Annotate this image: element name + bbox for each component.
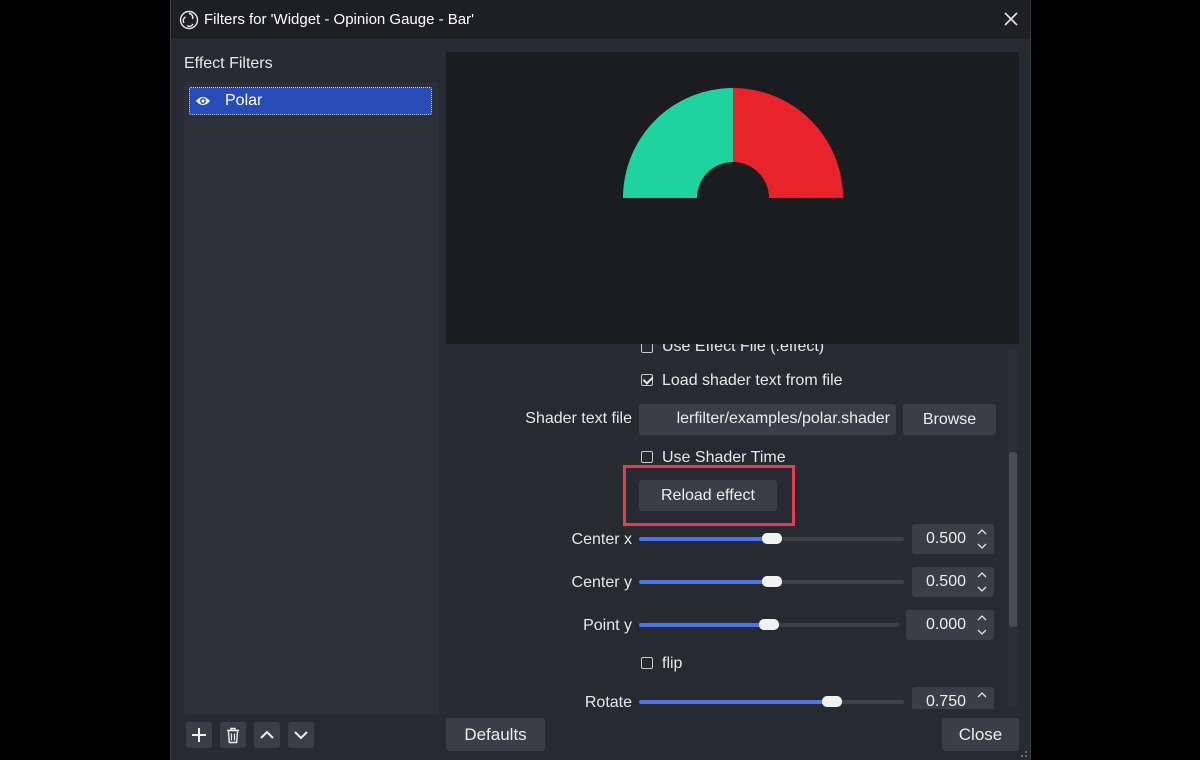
center-x-slider-fill (639, 537, 772, 541)
browse-button[interactable]: Browse (903, 404, 996, 435)
move-filter-down-button[interactable] (288, 722, 314, 748)
point-y-spinbox[interactable]: 0.000 (906, 610, 994, 640)
center-x-value: 0.500 (925, 530, 966, 547)
rotate-value: 0.750 (925, 693, 966, 709)
defaults-button[interactable]: Defaults (446, 718, 545, 751)
arrow-up-icon (260, 730, 274, 739)
center-y-decrement-button[interactable] (973, 582, 991, 595)
gauge-left-half (623, 88, 733, 198)
center-x-slider[interactable] (639, 533, 904, 544)
center-x-decrement-button[interactable] (973, 539, 991, 552)
rotate-slider-fill (639, 700, 833, 704)
point-y-label: Point y (583, 617, 632, 634)
chevron-down-icon (977, 543, 987, 549)
remove-filter-button[interactable] (220, 722, 246, 748)
opinion-gauge-preview (623, 88, 843, 198)
rotate-increment-button[interactable] (973, 688, 991, 701)
arrow-down-icon (294, 731, 308, 740)
filters-dialog: Filters for 'Widget - Opinion Gauge - Ba… (170, 0, 1031, 760)
use-effect-file-label: Use Effect File (.effect) (662, 344, 825, 355)
center-y-spinbox[interactable]: 0.500 (912, 567, 994, 597)
load-shader-from-file-checkbox[interactable] (641, 374, 653, 386)
filter-preview (446, 52, 1019, 344)
window-title: Filters for 'Widget - Opinion Gauge - Ba… (204, 11, 474, 28)
use-effect-file-checkbox[interactable] (641, 344, 653, 353)
center-y-slider[interactable] (639, 576, 904, 587)
close-button[interactable]: Close (942, 718, 1019, 751)
flip-checkbox[interactable] (641, 657, 653, 669)
obs-logo-icon (179, 10, 199, 30)
filter-item-polar[interactable]: Polar (189, 87, 432, 115)
center-y-value: 0.500 (925, 573, 966, 590)
chevron-up-icon (977, 571, 987, 577)
center-y-label: Center y (571, 574, 632, 591)
shader-text-file-input[interactable]: lerfilter/examples/polar.shader (639, 404, 896, 435)
visibility-eye-icon[interactable] (195, 94, 211, 108)
center-x-label: Center x (571, 531, 632, 548)
chevron-down-icon (977, 629, 987, 635)
use-shader-time-checkbox[interactable] (641, 451, 653, 463)
add-icon (192, 728, 206, 742)
center-y-slider-fill (639, 580, 772, 584)
chevron-up-icon (977, 614, 987, 620)
shader-text-file-label: Shader text file (525, 410, 632, 427)
rotate-slider[interactable] (639, 696, 904, 707)
chevron-up-icon (977, 528, 987, 534)
chevron-down-icon (977, 586, 987, 592)
close-window-icon[interactable] (1002, 10, 1020, 28)
load-shader-from-file-label: Load shader text from file (662, 372, 843, 389)
rotate-label: Rotate (584, 694, 632, 709)
chevron-up-icon (977, 691, 987, 697)
center-y-slider-handle[interactable] (761, 576, 782, 587)
filter-name: Polar (225, 92, 263, 109)
point-y-increment-button[interactable] (973, 611, 991, 624)
center-x-increment-button[interactable] (973, 525, 991, 538)
highlight-annotation (623, 465, 795, 526)
filter-list[interactable]: Polar (184, 82, 439, 714)
point-y-decrement-button[interactable] (973, 625, 991, 638)
center-x-slider-handle[interactable] (761, 533, 782, 544)
center-x-spinbox[interactable]: 0.500 (912, 524, 994, 554)
rotate-spinbox[interactable]: 0.750 (912, 687, 994, 709)
point-y-slider-handle[interactable] (759, 619, 779, 630)
center-y-increment-button[interactable] (973, 568, 991, 581)
gauge-right-half (733, 88, 843, 198)
point-y-slider[interactable] (639, 619, 899, 630)
point-y-value: 0.000 (925, 616, 966, 633)
effect-filters-heading: Effect Filters (184, 55, 273, 72)
flip-label: flip (662, 655, 683, 672)
resize-grip-icon[interactable] (1020, 750, 1028, 758)
add-filter-button[interactable] (186, 722, 212, 748)
rotate-slider-handle[interactable] (822, 696, 843, 707)
move-filter-up-button[interactable] (254, 722, 280, 748)
title-bar: Filters for 'Widget - Opinion Gauge - Ba… (171, 0, 1030, 39)
trash-icon (227, 727, 239, 743)
rotate-row-clip: Rotate 0.750 (471, 686, 1011, 709)
point-y-slider-fill (639, 623, 769, 627)
